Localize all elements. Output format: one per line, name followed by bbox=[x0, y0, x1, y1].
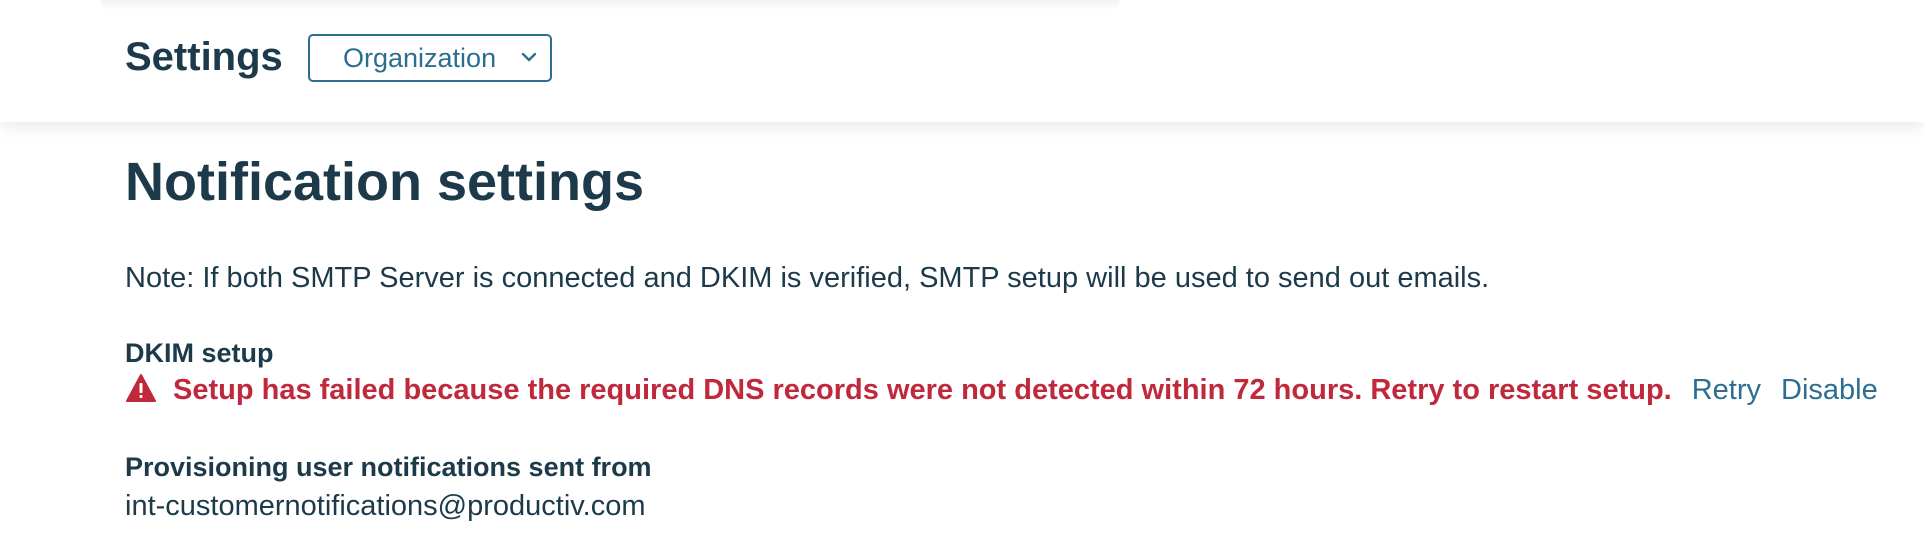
chevron-down-icon bbox=[521, 52, 537, 62]
header-shadow-decoration bbox=[100, 0, 1120, 10]
smtp-dkim-note: Note: If both SMTP Server is connected a… bbox=[125, 262, 1490, 294]
dkim-setup-label: DKIM setup bbox=[125, 338, 274, 368]
provisioning-notifications-label: Provisioning user notifications sent fro… bbox=[125, 452, 652, 482]
page-title: Notification settings bbox=[125, 152, 645, 212]
organization-select[interactable]: Organization bbox=[308, 34, 552, 82]
retry-link[interactable]: Retry bbox=[1692, 374, 1761, 407]
warning-triangle-icon bbox=[126, 373, 156, 402]
dkim-error-message: Setup has failed because the required DN… bbox=[173, 374, 1672, 406]
provisioning-sender-email: int-customernotifications@productiv.com bbox=[125, 490, 646, 522]
settings-header: Settings Organization bbox=[0, 0, 1924, 122]
header-title: Settings bbox=[125, 35, 283, 79]
dkim-error-row: Setup has failed because the required DN… bbox=[125, 373, 1878, 407]
disable-link[interactable]: Disable bbox=[1781, 374, 1878, 407]
organization-select-value: Organization bbox=[343, 42, 497, 73]
